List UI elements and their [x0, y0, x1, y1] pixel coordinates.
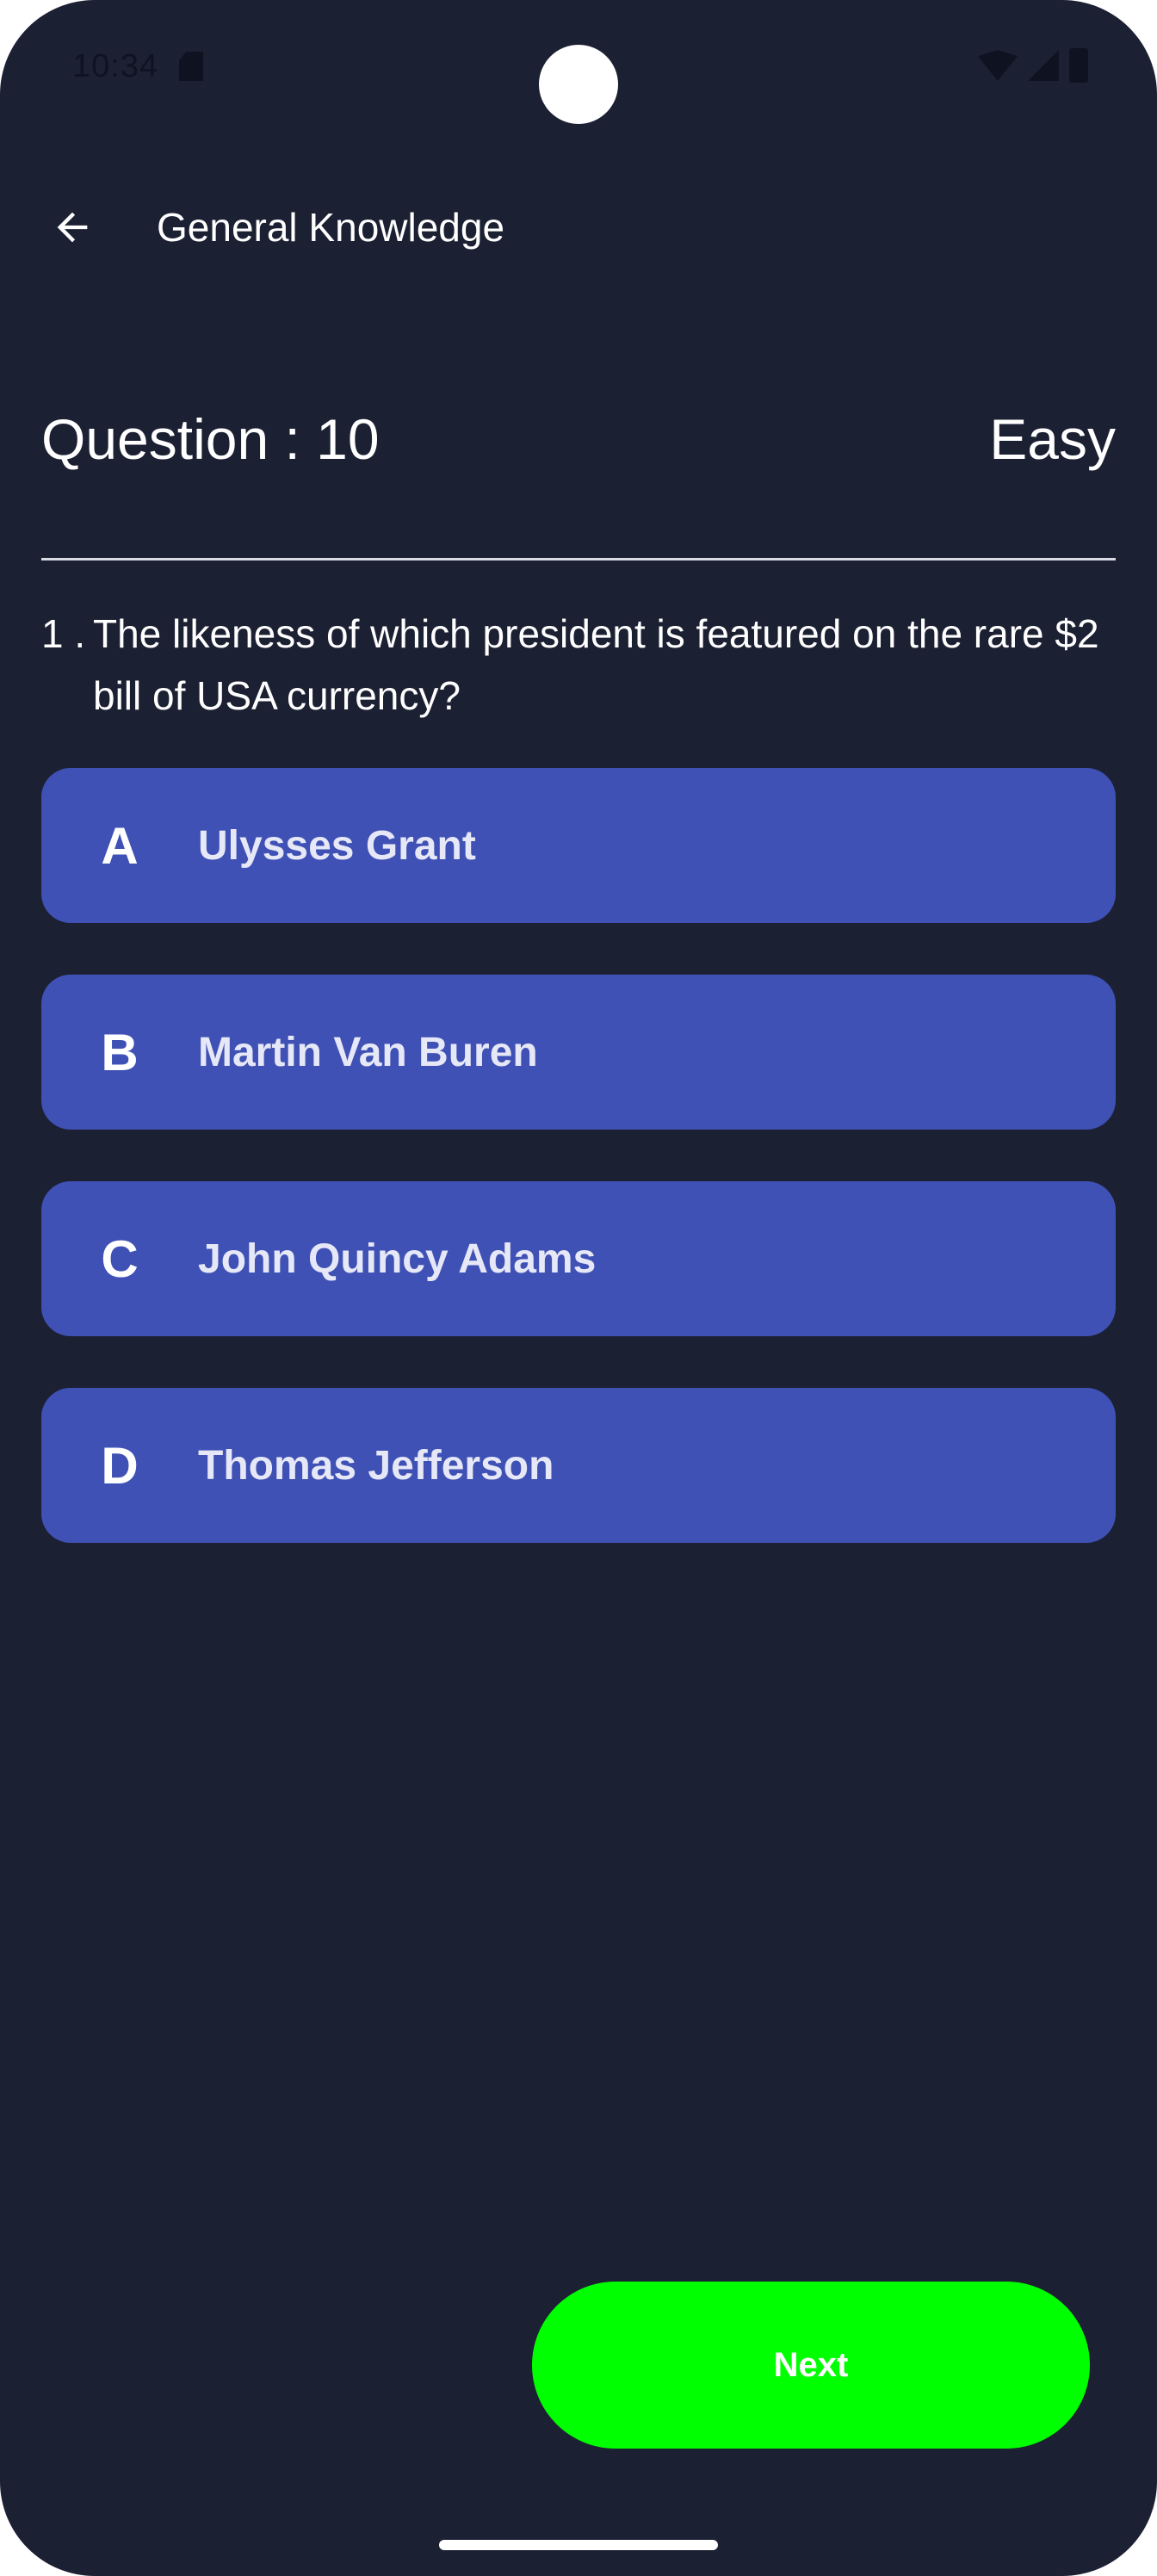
- next-button[interactable]: Next: [532, 2282, 1090, 2449]
- divider: [41, 558, 1116, 560]
- status-time: 10:34: [72, 48, 159, 84]
- option-text: John Quincy Adams: [198, 1235, 597, 1282]
- status-icons: [978, 48, 1088, 83]
- option-text: Thomas Jefferson: [198, 1442, 554, 1489]
- option-b-button[interactable]: B Martin Van Buren: [41, 975, 1116, 1130]
- sd-card-icon: [179, 52, 203, 81]
- phone-screen: 10:34 General Knowledge Question : 10 Ea…: [0, 0, 1157, 2576]
- front-camera: [539, 45, 618, 124]
- question-number: 1 .: [41, 611, 86, 656]
- answer-options: A Ulysses Grant B Martin Van Buren C Joh…: [41, 768, 1116, 1595]
- option-a-button[interactable]: A Ulysses Grant: [41, 768, 1116, 923]
- app-title: General Knowledge: [157, 205, 505, 250]
- question-counter: Question : 10: [41, 407, 380, 471]
- wifi-icon: [978, 50, 1018, 81]
- arrow-left-icon[interactable]: [45, 200, 100, 255]
- signal-icon: [1028, 50, 1059, 81]
- option-text: Ulysses Grant: [198, 822, 476, 869]
- option-c-button[interactable]: C John Quincy Adams: [41, 1181, 1116, 1336]
- question-text: 1 . The likeness of which president is f…: [41, 603, 1117, 727]
- option-text: Martin Van Buren: [198, 1029, 538, 1075]
- question-body: The likeness of which president is featu…: [93, 611, 1099, 718]
- battery-icon: [1069, 48, 1088, 83]
- home-indicator[interactable]: [439, 2540, 718, 2550]
- option-d-button[interactable]: D Thomas Jefferson: [41, 1388, 1116, 1543]
- difficulty-label: Easy: [989, 407, 1116, 471]
